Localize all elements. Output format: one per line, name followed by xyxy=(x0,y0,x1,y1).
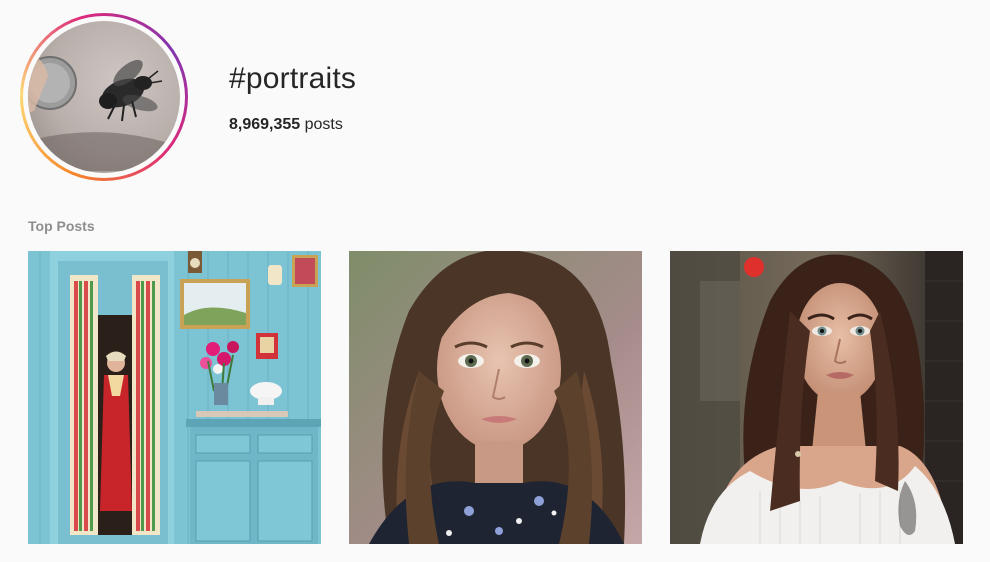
post-count-number: 8,969,355 xyxy=(229,116,301,133)
hashtag-title: #portraits xyxy=(229,62,357,95)
top-posts-heading: Top Posts xyxy=(28,218,95,234)
top-post-3[interactable] xyxy=(670,251,963,544)
hashtag-avatar-frame xyxy=(23,16,185,178)
bee-tattoo-image xyxy=(28,51,178,171)
top-post-1[interactable] xyxy=(28,251,321,544)
hashtag-avatar xyxy=(28,21,180,173)
hashtag-avatar-ring xyxy=(20,13,188,181)
post-count: 8,969,355 posts xyxy=(229,116,343,134)
post-count-suffix: posts xyxy=(300,116,343,133)
woman-portrait-photo xyxy=(670,251,963,544)
top-posts-grid xyxy=(28,251,963,544)
top-post-2[interactable] xyxy=(349,251,642,544)
woman-in-doorway-photo xyxy=(28,251,321,544)
girl-portrait-photo xyxy=(349,251,642,544)
